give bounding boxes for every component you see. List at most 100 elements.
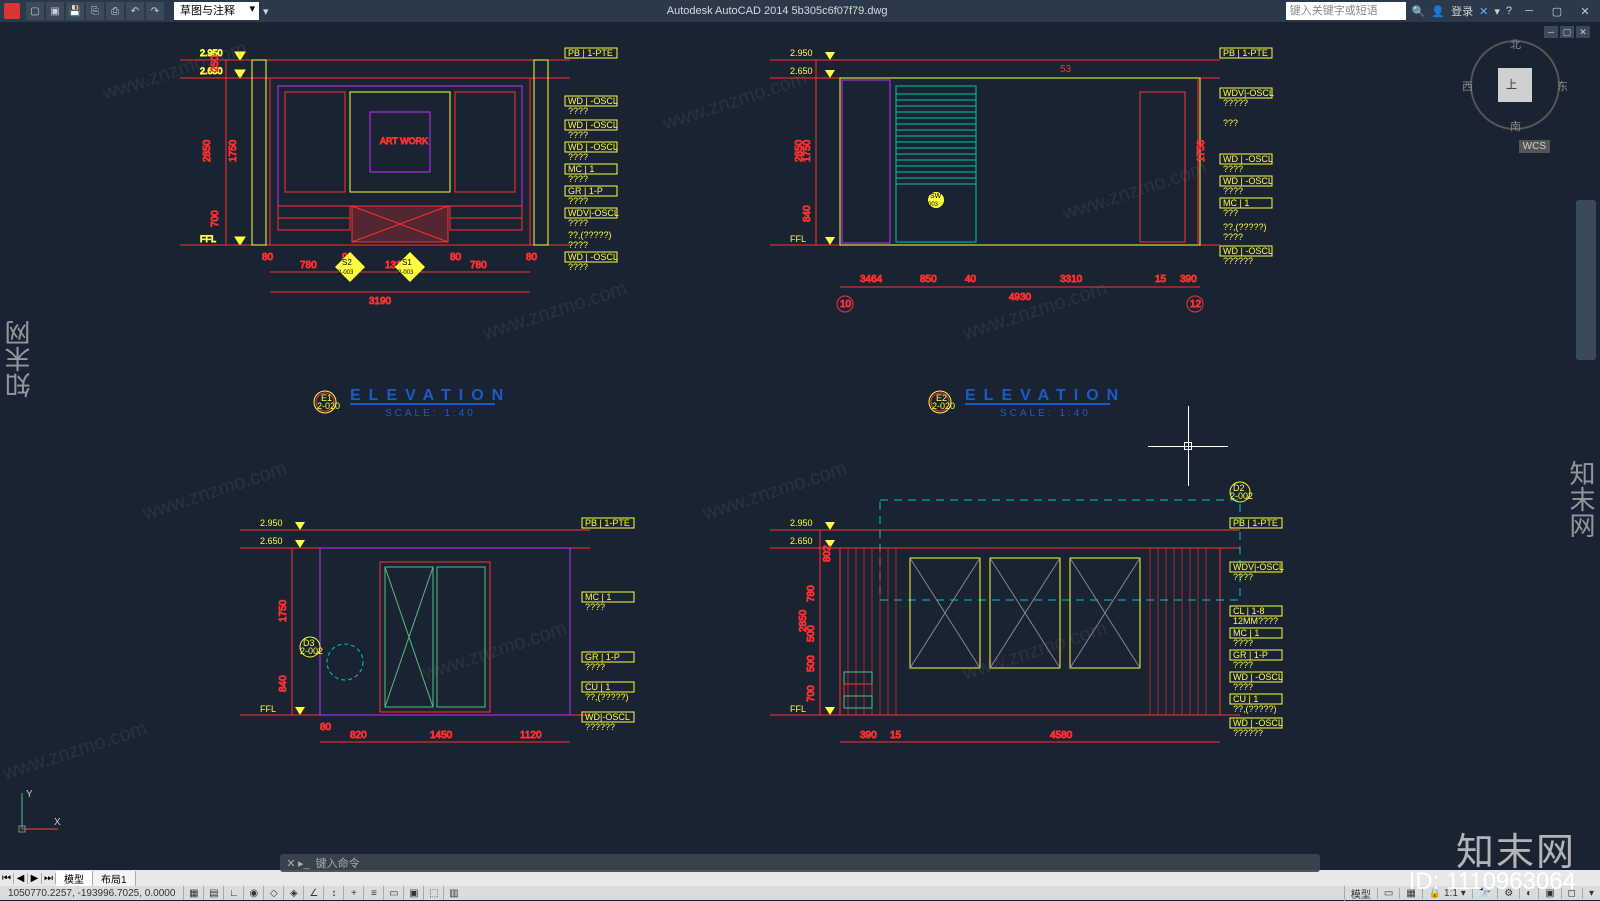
tab-nav-last-icon[interactable]: ⏭ (42, 873, 56, 884)
doc-window-controls: ─ ▢ ✕ (1544, 26, 1590, 38)
svg-text:GR | 1-P: GR | 1-P (1233, 650, 1268, 660)
tab-layout1[interactable]: 布局1 (93, 871, 136, 886)
status-lwt-icon[interactable]: ≡ (363, 886, 383, 900)
doc-min-button[interactable]: ─ (1544, 26, 1558, 38)
grid: 12 (1190, 299, 1202, 310)
qat-undo-icon[interactable]: ↶ (126, 2, 144, 20)
status-model-button[interactable]: 模型 (1344, 886, 1377, 901)
status-bar: 1050770.2257, -193996.7025, 0.0000 ▦ ▤ ∟… (0, 886, 1600, 900)
status-otrack-icon[interactable]: ∠ (303, 886, 323, 900)
user-icon[interactable]: 👤 (1431, 5, 1445, 18)
status-custom-icon[interactable]: ▾ (1582, 888, 1600, 899)
app-logo-icon[interactable] (4, 3, 20, 19)
ffl: FFL (790, 234, 806, 244)
search-icon[interactable]: 🔍 (1412, 5, 1426, 18)
svg-text:????: ???? (1233, 572, 1253, 582)
elevation-scale: SCALE: 1:40 (1000, 408, 1091, 419)
svg-text:WD | -OSCL: WD | -OSCL (1233, 718, 1283, 728)
sec-sub: 2-003 (398, 270, 414, 276)
doc-max-button[interactable]: ▢ (1560, 26, 1574, 38)
exchange-icon[interactable]: ✕ (1479, 5, 1488, 18)
svg-text:????: ???? (1233, 660, 1253, 670)
dim: 4930 (1009, 292, 1032, 303)
svg-text:GR | 1-P: GR | 1-P (568, 186, 603, 196)
drawing-canvas[interactable]: 2.950 2.650 FFL ART WORK (0, 22, 1600, 858)
grid: 10 (840, 299, 852, 310)
viewcube-south[interactable]: 南 (1510, 118, 1521, 134)
level: 2.950 (790, 48, 813, 58)
svg-text:WD | -OSCL: WD | -OSCL (1223, 246, 1273, 256)
tab-nav-prev-icon[interactable]: ◀ (14, 873, 28, 884)
status-am-icon[interactable]: ▥ (443, 886, 463, 900)
svg-text:WD | -OSCL: WD | -OSCL (1223, 176, 1273, 186)
viewcube-north[interactable]: 北 (1510, 36, 1521, 52)
dim: 80 (526, 252, 538, 263)
coordinates-readout[interactable]: 1050770.2257, -193996.7025, 0.0000 (0, 888, 183, 899)
status-tpy-icon[interactable]: ▭ (383, 886, 403, 900)
status-3dosnap-icon[interactable]: ◈ (283, 886, 303, 900)
dim: 820 (350, 730, 367, 741)
status-ducs-icon[interactable]: ↕ (323, 886, 343, 900)
navigation-bar[interactable] (1576, 200, 1596, 360)
status-grid-icon[interactable]: ▤ (203, 886, 223, 900)
tab-nav-next-icon[interactable]: ▶ (28, 873, 42, 884)
dim: 700 (210, 210, 221, 227)
status-snap-icon[interactable]: ▦ (183, 886, 203, 900)
viewcube-east[interactable]: 东 (1557, 78, 1568, 94)
dim: 840 (278, 675, 289, 692)
qat-saveas-icon[interactable]: ⎘ (86, 2, 104, 20)
viewcube[interactable]: 北 南 东 西 上 (1470, 40, 1560, 130)
dim: 80 (450, 252, 462, 263)
qat-redo-icon[interactable]: ↷ (146, 2, 164, 20)
tab-model[interactable]: 模型 (56, 871, 93, 886)
svg-text:????: ???? (585, 662, 605, 672)
login-link[interactable]: 登录 (1451, 3, 1473, 19)
qat-plot-icon[interactable]: ⎙ (106, 2, 124, 20)
help-icon[interactable]: ? (1506, 5, 1512, 17)
cmd-close-icon[interactable]: ✕ (284, 857, 298, 870)
tab-nav-first-icon[interactable]: ⏮ (0, 873, 14, 884)
dim: 2850 (798, 609, 809, 632)
svg-text:PB | 1-PTE: PB | 1-PTE (585, 518, 630, 528)
doc-close-button[interactable]: ✕ (1576, 26, 1590, 38)
ucs-icon[interactable]: Y X (14, 787, 64, 840)
dim: 500 (806, 655, 817, 672)
help-search-input[interactable]: 键入关键字或短语 (1286, 2, 1406, 20)
command-line[interactable]: ✕ ▸_ 键入命令 (280, 854, 1320, 872)
watermark-side-left: 知末网 (0, 320, 37, 398)
status-polar-icon[interactable]: ◉ (243, 886, 263, 900)
svg-text:??,(?????): ??,(?????) (1233, 704, 1277, 714)
dim: 1750 (228, 139, 239, 162)
sec-marker: S2 (342, 258, 352, 267)
art-work-label: ART WORK (380, 136, 428, 146)
svg-text:X: X (54, 817, 61, 828)
maximize-button[interactable]: ▢ (1546, 2, 1568, 20)
workspace-dropdown[interactable]: 草图与注释 (174, 2, 259, 20)
close-button[interactable]: ✕ (1574, 2, 1596, 20)
status-qp-icon[interactable]: ▣ (403, 886, 423, 900)
dim-overall: 3190 (369, 296, 392, 307)
wcs-label[interactable]: WCS (1519, 140, 1550, 153)
status-osnap-icon[interactable]: ◇ (263, 886, 283, 900)
qat-save-icon[interactable]: 💾 (66, 2, 84, 20)
status-sc-icon[interactable]: ⬚ (423, 886, 443, 900)
status-ortho-icon[interactable]: ∟ (223, 886, 243, 900)
level: 2.950 (260, 518, 283, 528)
qat-new-icon[interactable]: ▢ (26, 2, 44, 20)
minimize-button[interactable]: ─ (1518, 2, 1540, 20)
cmd-recent-icon[interactable]: ▸_ (298, 857, 310, 870)
command-input[interactable]: 键入命令 (316, 855, 360, 871)
svg-text:MC | 1: MC | 1 (1223, 198, 1249, 208)
svg-text:??,(?????): ??,(?????) (585, 692, 629, 702)
mat-callout: PB | 1-PTE (565, 48, 617, 58)
svg-text:WD|-OSCL: WD|-OSCL (585, 712, 630, 722)
viewcube-west[interactable]: 西 (1462, 78, 1473, 94)
svg-text:????: ???? (585, 602, 605, 612)
qat-open-icon[interactable]: ▣ (46, 2, 64, 20)
status-layout-icon[interactable]: ▭ (1377, 888, 1399, 899)
svg-text:PB | 1-PTE: PB | 1-PTE (1233, 518, 1278, 528)
dim: 780 (300, 260, 317, 271)
dim: 3310 (1060, 274, 1083, 285)
exchange2-icon[interactable]: ▾ (1494, 5, 1500, 18)
status-dyn-icon[interactable]: + (343, 886, 363, 900)
